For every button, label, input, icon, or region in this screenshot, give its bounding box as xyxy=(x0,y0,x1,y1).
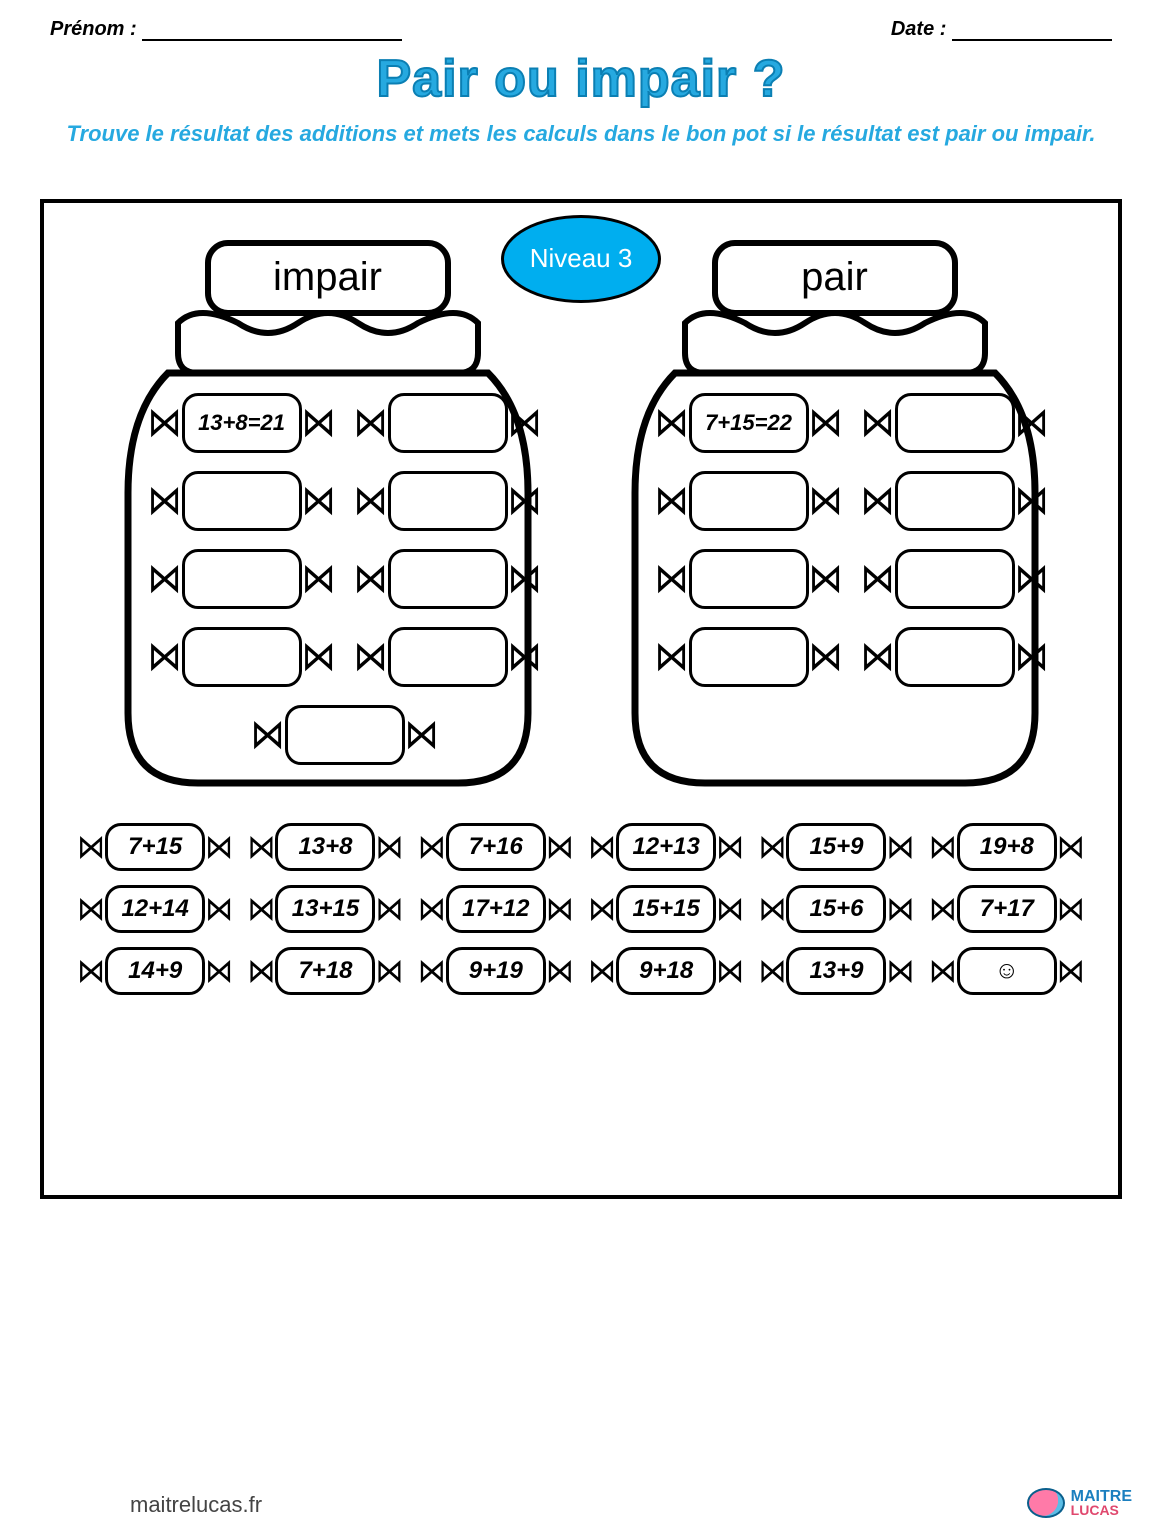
candy-slot[interactable]: ⋈⋈ xyxy=(148,471,336,531)
level-badge: Niveau 3 xyxy=(501,215,661,303)
candy-slot[interactable]: ⋈⋈ xyxy=(354,549,542,609)
worksheet-box: Niveau 3 impair ⋈13+8=21⋈ ⋈⋈ ⋈⋈ ⋈⋈ ⋈⋈ ⋈⋈… xyxy=(40,199,1122,1199)
jar-impair: impair ⋈13+8=21⋈ ⋈⋈ ⋈⋈ ⋈⋈ ⋈⋈ ⋈⋈ ⋈⋈ ⋈⋈ ⋈⋈ xyxy=(108,233,548,793)
candy-item[interactable]: ⋈12+14⋈ xyxy=(77,885,233,933)
candy-slot[interactable]: ⋈⋈ xyxy=(861,549,1049,609)
candy-item[interactable]: ⋈7+16⋈ xyxy=(418,823,574,871)
candy-item[interactable]: ⋈9+19⋈ xyxy=(418,947,574,995)
jar-pair: pair ⋈7+15=22⋈ ⋈⋈ ⋈⋈ ⋈⋈ ⋈⋈ ⋈⋈ ⋈⋈ ⋈⋈ xyxy=(615,233,1055,793)
name-field[interactable]: Prénom : xyxy=(50,18,402,41)
candy-slot[interactable]: ⋈⋈ xyxy=(148,549,336,609)
candy-pool: ⋈7+15⋈ ⋈13+8⋈ ⋈7+16⋈ ⋈12+13⋈ ⋈15+9⋈ ⋈19+… xyxy=(74,823,1088,995)
smile-icon: ☺ xyxy=(957,947,1057,995)
candy-slot[interactable]: ⋈⋈ xyxy=(655,471,843,531)
candy-slot[interactable]: ⋈⋈ xyxy=(354,471,542,531)
page-subtitle: Trouve le résultat des additions et mets… xyxy=(0,119,1162,149)
page-title: Pair ou impair ? xyxy=(0,49,1162,109)
candy-item[interactable]: ⋈9+18⋈ xyxy=(588,947,744,995)
candy-slot[interactable]: ⋈⋈ xyxy=(251,705,439,765)
candy-item[interactable]: ⋈7+18⋈ xyxy=(247,947,403,995)
candy-item[interactable]: ⋈14+9⋈ xyxy=(77,947,233,995)
candy-slot[interactable]: ⋈⋈ xyxy=(354,627,542,687)
candy-slot[interactable]: ⋈7+15=22⋈ xyxy=(655,393,843,453)
candy-item[interactable]: ⋈7+17⋈ xyxy=(929,885,1085,933)
jar-pair-slots: ⋈7+15=22⋈ ⋈⋈ ⋈⋈ ⋈⋈ ⋈⋈ ⋈⋈ ⋈⋈ ⋈⋈ xyxy=(655,393,1015,687)
candy-slot[interactable]: ⋈⋈ xyxy=(655,627,843,687)
candy-slot[interactable]: ⋈⋈ xyxy=(354,393,542,453)
jar-impair-slots: ⋈13+8=21⋈ ⋈⋈ ⋈⋈ ⋈⋈ ⋈⋈ ⋈⋈ ⋈⋈ ⋈⋈ ⋈⋈ xyxy=(148,393,508,765)
candy-slot[interactable]: ⋈⋈ xyxy=(861,471,1049,531)
header: Prénom : Date : xyxy=(0,0,1162,41)
jar-pair-label: pair xyxy=(801,255,868,300)
logo-line2: LUCAS xyxy=(1071,1504,1132,1517)
candy-item[interactable]: ⋈13+8⋈ xyxy=(247,823,403,871)
candy-item-smile[interactable]: ⋈☺⋈ xyxy=(929,947,1085,995)
candy-item[interactable]: ⋈15+15⋈ xyxy=(588,885,744,933)
candy-item[interactable]: ⋈7+15⋈ xyxy=(77,823,233,871)
footer-url: maitrelucas.fr xyxy=(130,1492,262,1518)
candy-slot[interactable]: ⋈⋈ xyxy=(655,549,843,609)
candy-slot[interactable]: ⋈⋈ xyxy=(861,627,1049,687)
candy-item[interactable]: ⋈17+12⋈ xyxy=(418,885,574,933)
candy-item[interactable]: ⋈15+9⋈ xyxy=(758,823,914,871)
brain-icon xyxy=(1027,1488,1065,1518)
brand-logo: MAITRE LUCAS xyxy=(1027,1488,1132,1518)
date-field[interactable]: Date : xyxy=(891,18,1112,41)
candy-item[interactable]: ⋈13+15⋈ xyxy=(247,885,403,933)
candy-slot[interactable]: ⋈13+8=21⋈ xyxy=(148,393,336,453)
date-label: Date : xyxy=(891,18,947,40)
candy-slot[interactable]: ⋈⋈ xyxy=(148,627,336,687)
candy-slot[interactable]: ⋈⋈ xyxy=(861,393,1049,453)
jar-impair-label: impair xyxy=(273,255,382,300)
candy-item[interactable]: ⋈19+8⋈ xyxy=(929,823,1085,871)
candy-item[interactable]: ⋈15+6⋈ xyxy=(758,885,914,933)
candy-item[interactable]: ⋈12+13⋈ xyxy=(588,823,744,871)
candy-item[interactable]: ⋈13+9⋈ xyxy=(758,947,914,995)
name-label: Prénom : xyxy=(50,18,137,40)
